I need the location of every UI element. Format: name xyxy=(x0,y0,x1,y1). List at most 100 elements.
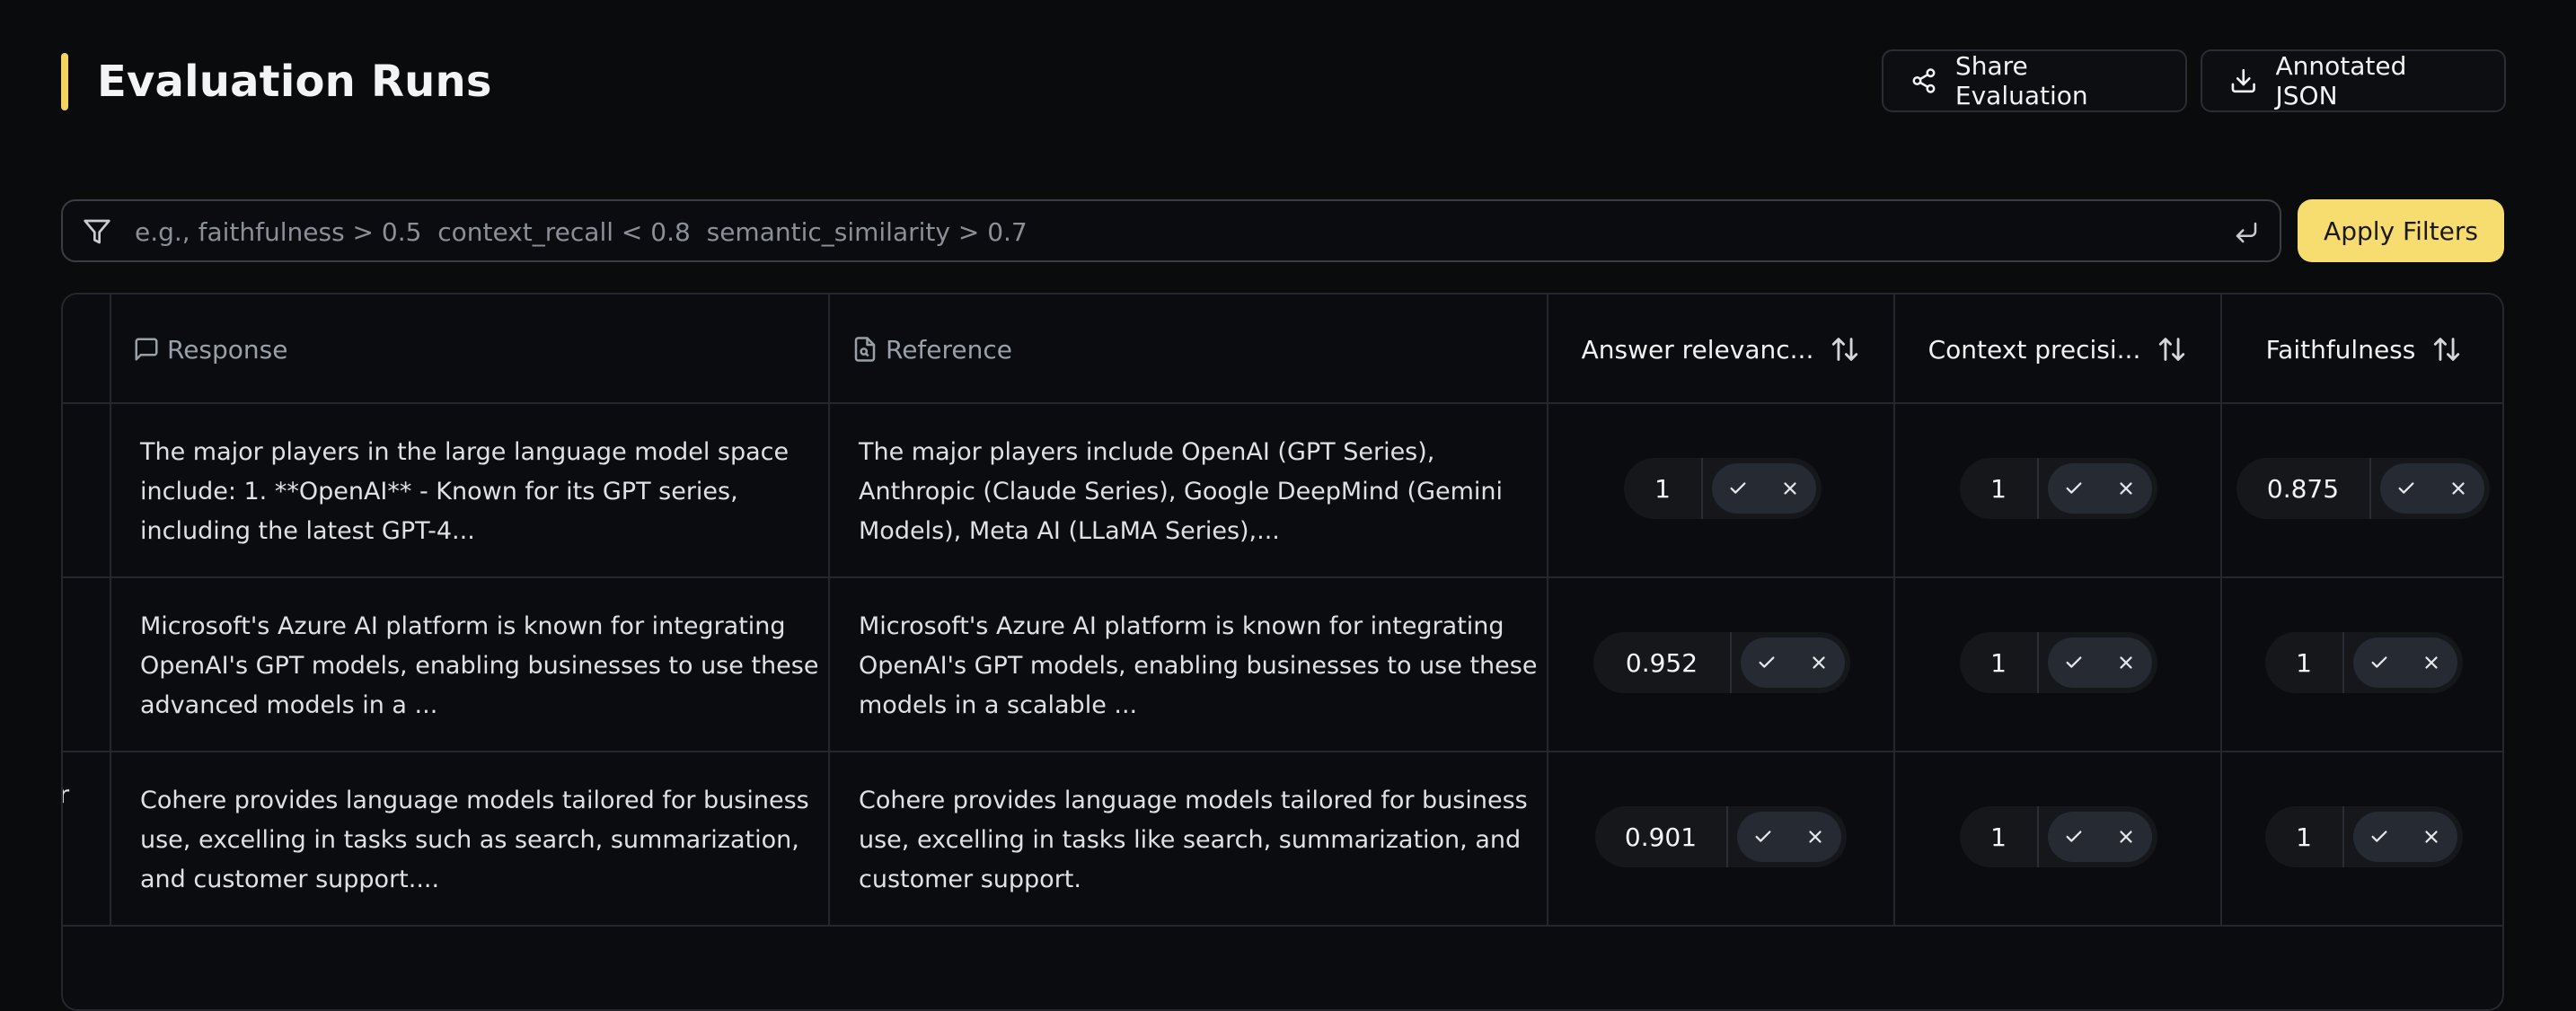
reject-score-button[interactable] xyxy=(2413,819,2449,855)
accept-score-button[interactable] xyxy=(2056,645,2092,681)
share-icon xyxy=(1912,68,1936,93)
reject-score-button[interactable] xyxy=(2413,645,2449,681)
column-header-faithfulness-label: Faithfulness xyxy=(2265,334,2416,365)
column-header-context-precision-label: Context precisi... xyxy=(1928,334,2141,365)
close-icon xyxy=(1784,482,1796,495)
close-icon xyxy=(2120,482,2132,495)
column-header-context-precision[interactable]: Context precisi... xyxy=(1895,295,2220,404)
row-divider xyxy=(63,925,2502,927)
row-divider xyxy=(63,576,2502,578)
column-header-reference-label: Reference xyxy=(886,334,1012,365)
score-value: 1 xyxy=(2296,647,2312,678)
share-evaluation-label: Share Evaluation xyxy=(1954,51,2088,110)
reject-score-button[interactable] xyxy=(2108,819,2144,855)
message-square-icon xyxy=(135,338,158,361)
close-icon xyxy=(2120,831,2132,843)
reject-score-button[interactable] xyxy=(2440,470,2476,506)
reject-score-button[interactable] xyxy=(2108,645,2144,681)
page-title: Evaluation Runs xyxy=(97,57,492,107)
score-separator xyxy=(2342,632,2344,693)
sort-arrows-icon[interactable] xyxy=(2431,334,2462,365)
response-cell: The major players in the large language … xyxy=(140,438,790,545)
file-search-icon xyxy=(854,337,876,362)
context-precision-score: 1 xyxy=(1960,632,2157,693)
column-header-answer-relevancy[interactable]: Answer relevanc... xyxy=(1548,295,1893,404)
enter-icon[interactable] xyxy=(2233,219,2260,246)
score-separator xyxy=(2037,806,2039,867)
context-precision-score: 1 xyxy=(1960,806,2157,867)
check-icon xyxy=(1759,656,1775,668)
close-icon xyxy=(2425,656,2438,669)
response-cell: Microsoft's Azure AI platform is known f… xyxy=(140,612,819,719)
column-header-reference[interactable]: Reference xyxy=(851,295,1012,404)
score-value: 0.952 xyxy=(1625,647,1698,678)
accept-score-button[interactable] xyxy=(2361,645,2397,681)
accept-score-button[interactable] xyxy=(1720,470,1756,506)
check-icon xyxy=(1730,482,1746,494)
check-icon xyxy=(2066,831,2082,842)
apply-filters-button[interactable]: Apply Filters xyxy=(2298,199,2504,262)
response-cell: Cohere provides language models tailored… xyxy=(140,787,809,893)
reject-score-button[interactable] xyxy=(1772,470,1808,506)
check-icon xyxy=(2371,656,2387,668)
title-accent-bar xyxy=(61,53,68,110)
faithfulness-score: 1 xyxy=(2265,632,2463,693)
sort-arrows-icon[interactable] xyxy=(2157,334,2187,365)
close-icon xyxy=(2452,482,2465,495)
page-header: Evaluation Runs Share Evaluation Annotat… xyxy=(61,49,2506,114)
column-divider xyxy=(828,295,830,927)
score-separator xyxy=(2369,458,2371,519)
column-header-response-label: Response xyxy=(167,334,288,365)
score-actions xyxy=(2048,812,2152,862)
answer-relevancy-score: 0.901 xyxy=(1595,806,1847,867)
row-divider xyxy=(63,751,2502,752)
reference-cell: Microsoft's Azure AI platform is known f… xyxy=(859,612,1538,719)
check-icon xyxy=(2066,482,2082,494)
reject-score-button[interactable] xyxy=(1801,645,1837,681)
share-evaluation-button[interactable]: Share Evaluation xyxy=(1882,49,2187,112)
column-header-response[interactable]: Response xyxy=(133,295,287,404)
score-value: 1 xyxy=(2296,822,2312,852)
close-icon xyxy=(2120,656,2132,669)
column-header-answer-relevancy-label: Answer relevanc... xyxy=(1581,334,1814,365)
filter-bar xyxy=(61,199,2281,262)
score-actions xyxy=(2353,637,2457,688)
filter-input[interactable] xyxy=(133,210,2202,253)
accept-score-button[interactable] xyxy=(2388,470,2424,506)
sort-arrows-icon[interactable] xyxy=(1830,334,1860,365)
answer-relevancy-score: 0.952 xyxy=(1593,632,1850,693)
reference-cell: The major players include OpenAI (GPT Se… xyxy=(859,438,1504,545)
truncated-cell: r xyxy=(63,781,69,809)
score-separator xyxy=(1701,458,1703,519)
score-actions xyxy=(1737,812,1841,862)
score-value: 0.875 xyxy=(2266,473,2340,504)
accept-score-button[interactable] xyxy=(2056,819,2092,855)
annotated-json-label: Annotated JSON xyxy=(2275,51,2407,110)
accept-score-button[interactable] xyxy=(1745,819,1781,855)
faithfulness-score: 1 xyxy=(2265,806,2463,867)
column-header-faithfulness[interactable]: Faithfulness xyxy=(2222,295,2502,404)
score-value: 1 xyxy=(1990,822,2007,852)
check-icon xyxy=(1755,831,1771,842)
reject-score-button[interactable] xyxy=(1797,819,1833,855)
answer-relevancy-score: 1 xyxy=(1624,458,1822,519)
accept-score-button[interactable] xyxy=(2361,819,2397,855)
accept-score-button[interactable] xyxy=(1749,645,1785,681)
check-icon xyxy=(2371,831,2387,842)
score-separator xyxy=(2037,632,2039,693)
score-actions xyxy=(2353,812,2457,862)
close-icon xyxy=(1809,831,1822,843)
reject-score-button[interactable] xyxy=(2108,470,2144,506)
score-actions xyxy=(1712,463,1816,514)
score-separator xyxy=(1726,806,1728,867)
check-icon xyxy=(2066,656,2082,668)
score-value: 1 xyxy=(1990,647,2007,678)
accept-score-button[interactable] xyxy=(2056,470,2092,506)
filter-icon xyxy=(84,219,110,244)
score-actions xyxy=(2048,463,2152,514)
score-separator xyxy=(2342,806,2344,867)
annotated-json-button[interactable]: Annotated JSON xyxy=(2201,49,2506,112)
score-actions xyxy=(2048,637,2152,688)
check-icon xyxy=(2398,482,2414,494)
score-actions xyxy=(1741,637,1845,688)
